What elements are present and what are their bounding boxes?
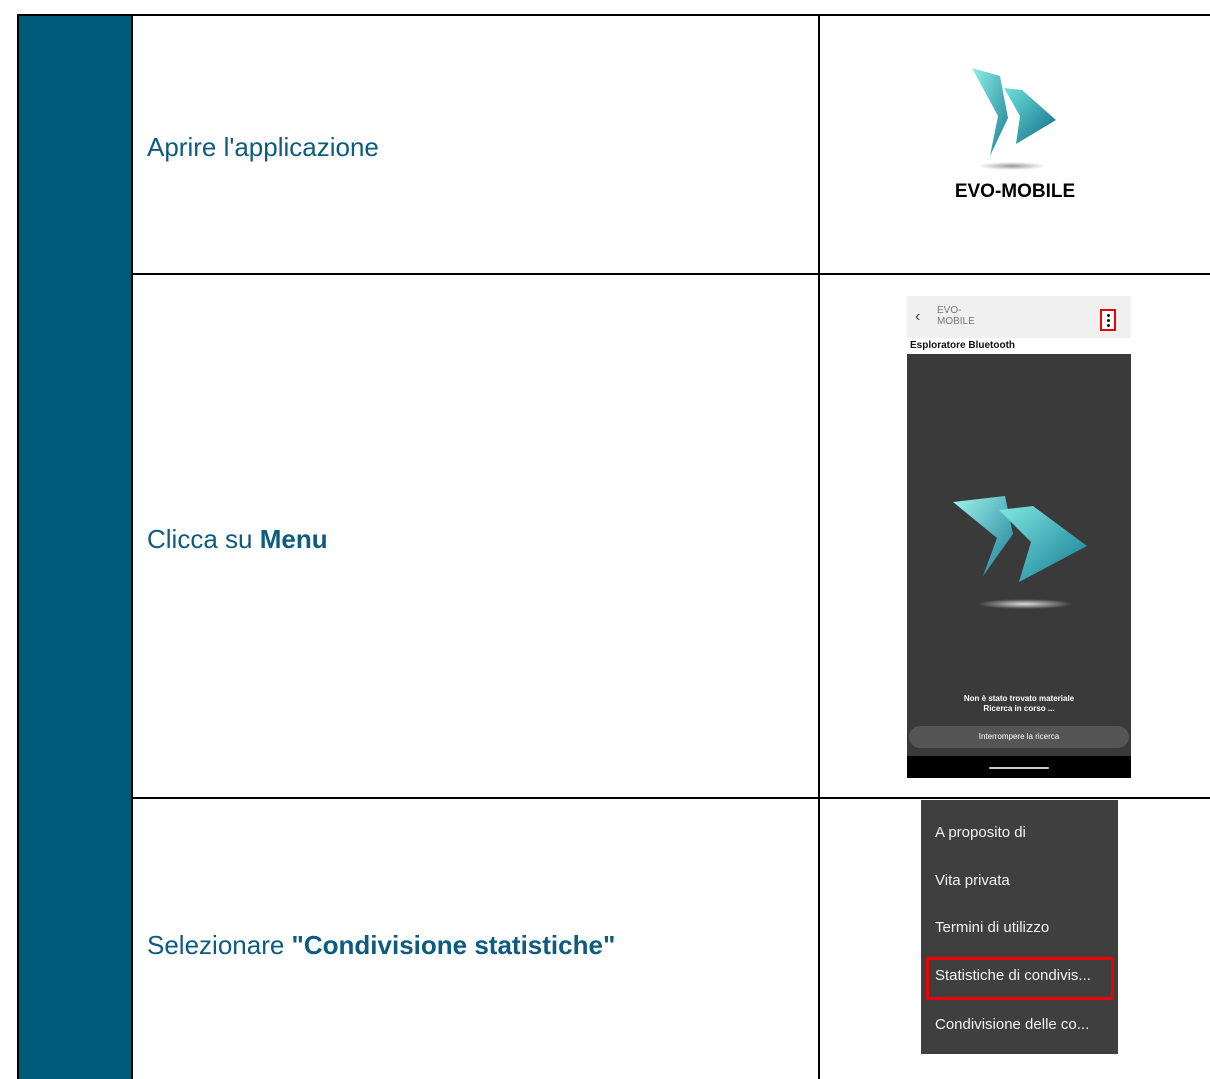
evo-mobile-logo-icon [972, 68, 1056, 170]
chevron-left-icon[interactable]: ‹ [915, 308, 920, 326]
highlight-box [926, 957, 1114, 1000]
options-menu: A proposito di Vita privata Termini di u… [921, 800, 1118, 1054]
step-open-app: Aprire l'applicazione [147, 132, 379, 163]
column-divider-right [818, 16, 820, 1079]
evo-mobile-splash-logo-icon [953, 496, 1087, 609]
logo-caption: EVO-MOBILE [954, 181, 1076, 202]
step-select-sharing: Selezionare "Condivisione statistiche" [147, 930, 615, 961]
status-line2: Ricerca in corso ... [983, 704, 1055, 713]
step-text: Selezionare [147, 930, 292, 960]
phone-status-message: Non è stato trovato materiale Ricerca in… [907, 694, 1131, 714]
phone-screenshot: ‹ EVO- MOBILE Esploratore Bluetooth Non … [907, 296, 1131, 778]
step-click-menu: Clicca su Menu [147, 524, 328, 555]
step-bold: "Condivisione statistiche" [291, 930, 616, 960]
menu-item-about[interactable]: A proposito di [935, 824, 1026, 841]
phone-subtitle: Esploratore Bluetooth [907, 338, 1131, 354]
step-text: Clicca su [147, 524, 260, 554]
step-text: Aprire l'applicazione [147, 132, 379, 162]
stop-search-button[interactable]: Interrompere la ricerca [909, 726, 1129, 748]
kebab-menu-icon[interactable] [1100, 309, 1116, 331]
column-divider-left [131, 16, 133, 1079]
phone-app-name: EVO- MOBILE [937, 305, 975, 327]
status-line1: Non è stato trovato materiale [963, 694, 1075, 703]
step-bold: Menu [259, 524, 328, 554]
phone-nav-bar [907, 756, 1131, 778]
menu-item-terms[interactable]: Termini di utilizzo [935, 919, 1049, 936]
home-indicator[interactable] [989, 767, 1049, 769]
menu-item-privacy[interactable]: Vita privata [935, 872, 1010, 889]
row-divider-1 [131, 273, 1210, 275]
menu-item-share-other[interactable]: Condivisione delle co... [935, 1016, 1089, 1033]
row-divider-2 [131, 797, 1210, 799]
sidebar-band [19, 16, 131, 1079]
phone-app-header: ‹ EVO- MOBILE [907, 296, 1131, 339]
app-name-line1: EVO- [937, 305, 962, 316]
app-name-line2: MOBILE [937, 316, 975, 327]
